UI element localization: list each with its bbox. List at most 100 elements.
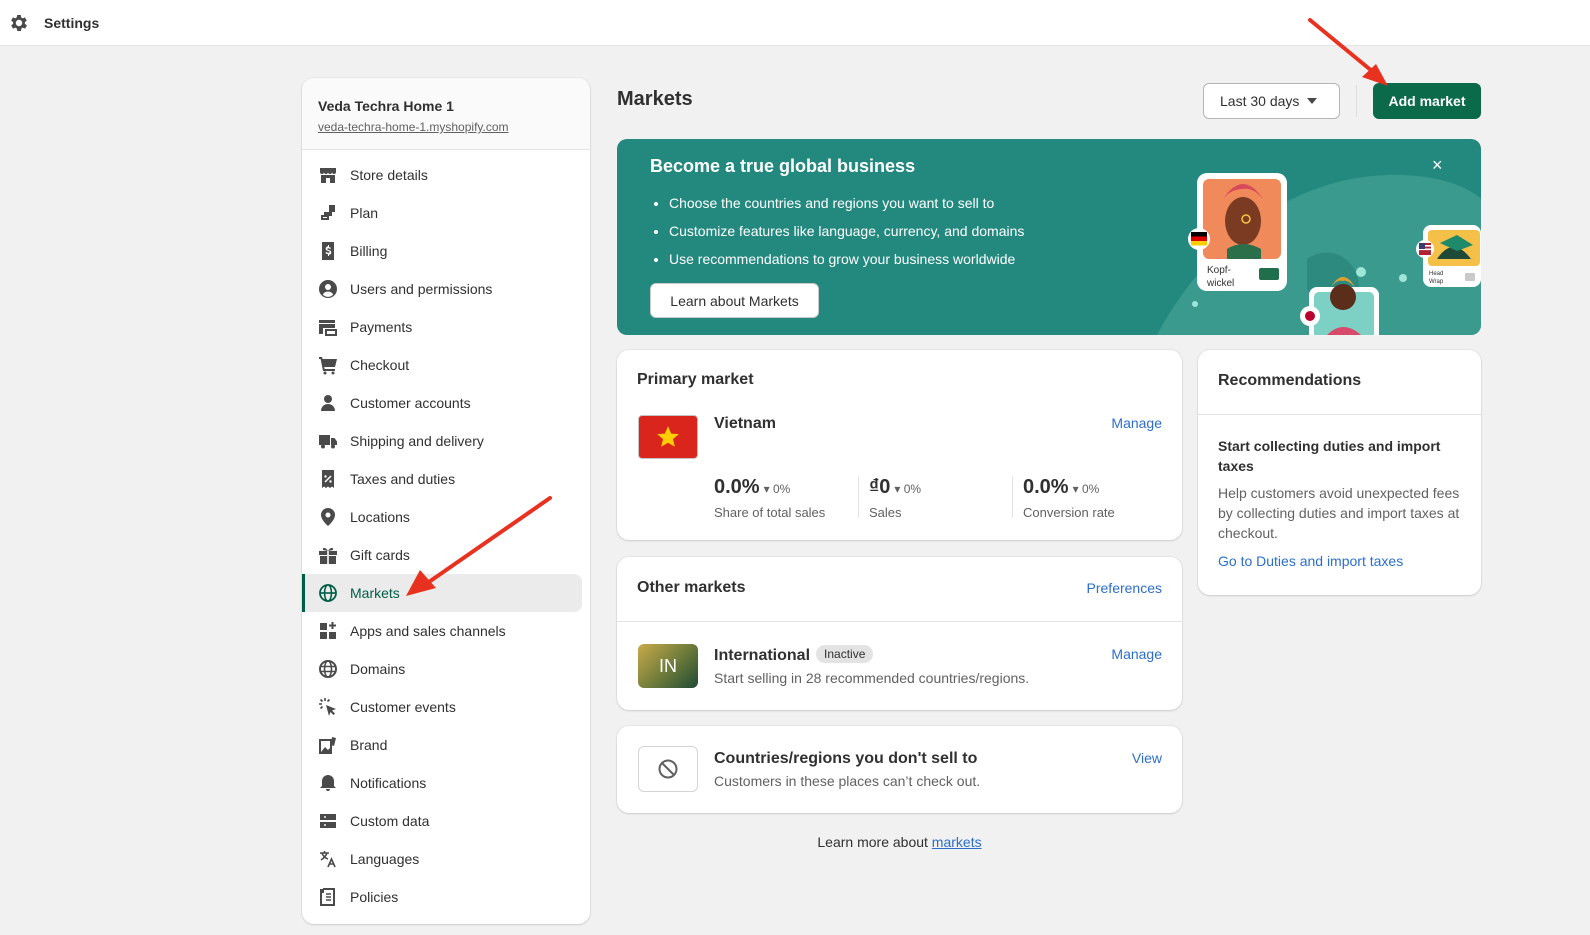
sidebar-item-store-details[interactable]: Store details (302, 156, 582, 194)
gift-icon (318, 545, 338, 565)
billing-icon (318, 241, 338, 261)
banner-bullet: Customize features like language, curren… (669, 217, 1024, 245)
manage-international-link[interactable]: Manage (1111, 646, 1162, 662)
art-label-wrap: Wrap (1429, 279, 1444, 285)
sidebar-item-apps[interactable]: Apps and sales channels (302, 612, 582, 650)
no-sell-description: Customers in these places can’t check ou… (714, 773, 981, 789)
top-bar: Settings (0, 0, 1590, 46)
stat-share: 0.0% ▾ 0% Share of total sales (714, 476, 825, 520)
receipt-icon (318, 469, 338, 489)
date-range-select[interactable]: Last 30 days (1203, 83, 1340, 119)
status-badge: Inactive (816, 645, 874, 663)
art-label-head: Head (1429, 271, 1443, 277)
prohibited-icon (638, 746, 698, 792)
learn-about-markets-button[interactable]: Learn about Markets (650, 283, 819, 318)
recommendation-body: Help customers avoid unexpected fees by … (1218, 485, 1460, 541)
sidebar-item-payments[interactable]: Payments (302, 308, 582, 346)
plan-icon (318, 203, 338, 223)
duties-taxes-link[interactable]: Go to Duties and import taxes (1218, 553, 1403, 569)
market-name: International (714, 647, 811, 664)
sidebar-item-checkout[interactable]: Checkout (302, 346, 582, 384)
store-icon (318, 165, 338, 185)
sidebar-item-label: Apps and sales channels (350, 623, 506, 639)
sidebar-item-label: Languages (350, 851, 420, 867)
preferences-link[interactable]: Preferences (1087, 580, 1162, 596)
sidebar-item-label: Gift cards (350, 547, 410, 563)
recommendations-card: Recommendations Start collecting duties … (1198, 350, 1481, 595)
store-url-link[interactable]: veda-techra-home-1.myshopify.com (318, 120, 574, 134)
globe-icon (318, 583, 338, 603)
stat-label: Share of total sales (714, 505, 826, 520)
sidebar-item-notifications[interactable]: Notifications (302, 764, 582, 802)
stat-delta-value: 0% (903, 482, 922, 496)
sidebar-item-label: Locations (350, 509, 410, 525)
sidebar-item-label: Customer accounts (350, 395, 471, 411)
gear-icon (11, 14, 27, 31)
recommendations-heading: Recommendations (1218, 372, 1362, 389)
sidebar-item-label: Store details (350, 167, 428, 183)
stat-delta: ▾ 0% (763, 482, 791, 496)
banner-bullets: Choose the countries and regions you wan… (669, 189, 1024, 273)
no-sell-card: Countries/regions you don't sell to Cust… (617, 726, 1182, 813)
translate-icon (318, 849, 338, 869)
stat-label: Sales (869, 505, 902, 520)
stat-delta-value: 0% (772, 482, 791, 496)
sidebar-item-users[interactable]: Users and permissions (302, 270, 582, 308)
learn-more-footer: Learn more about markets (617, 834, 1182, 850)
sidebar-item-locations[interactable]: Locations (302, 498, 582, 536)
sidebar-item-brand[interactable]: Brand (302, 726, 582, 764)
stat-value: ₫0 (869, 476, 891, 498)
sidebar-item-shipping[interactable]: Shipping and delivery (302, 422, 582, 460)
sidebar-item-taxes[interactable]: Taxes and duties (302, 460, 582, 498)
payments-icon (318, 317, 338, 337)
card-divider (617, 621, 1182, 622)
sidebar-item-plan[interactable]: Plan (302, 194, 582, 232)
sidebar-item-billing[interactable]: Billing (302, 232, 582, 270)
sidebar-item-policies[interactable]: Policies (302, 878, 582, 916)
vietnam-flag-icon (638, 415, 698, 459)
apps-icon (318, 621, 338, 641)
sidebar-item-custom-data[interactable]: Custom data (302, 802, 582, 840)
cart-icon (318, 355, 338, 375)
card-divider (1198, 414, 1481, 415)
database-icon (318, 811, 338, 831)
stat-delta: ▾ 0% (1072, 482, 1100, 496)
sidebar-item-label: Domains (350, 661, 406, 677)
settings-sidebar: Veda Techra Home 1 veda-techra-home-1.my… (302, 78, 590, 924)
bell-icon (318, 773, 338, 793)
international-row: International Inactive (714, 645, 874, 665)
stat-value: 0.0% (1023, 476, 1069, 498)
sidebar-item-domains[interactable]: Domains (302, 650, 582, 688)
sidebar-item-label: Notifications (350, 775, 427, 791)
sidebar-item-customer-events[interactable]: Customer events (302, 688, 582, 726)
truck-icon (318, 431, 338, 451)
stat-conversion: 0.0% ▾ 0% Conversion rate (1023, 476, 1115, 520)
stat-value: 0.0% (714, 476, 760, 498)
document-icon (318, 887, 338, 907)
primary-market-heading: Primary market (637, 371, 754, 388)
sidebar-item-label: Plan (350, 205, 379, 221)
view-link[interactable]: View (1132, 750, 1162, 766)
art-label-kopf: Kopf- (1207, 265, 1231, 276)
add-market-button[interactable]: Add market (1373, 83, 1481, 119)
other-markets-heading: Other markets (637, 579, 746, 596)
location-pin-icon (318, 507, 338, 527)
international-badge: IN (638, 644, 698, 688)
stat-divider (1012, 476, 1013, 518)
store-name: Veda Techra Home 1 (318, 98, 454, 114)
sidebar-item-gift-cards[interactable]: Gift cards (302, 536, 582, 574)
manage-primary-link[interactable]: Manage (1111, 415, 1162, 431)
sidebar-item-label: Custom data (350, 813, 430, 829)
sidebar-item-markets[interactable]: Markets (302, 574, 582, 612)
close-icon[interactable]: × (1432, 155, 1443, 176)
primary-market-card: Primary market Vietnam Manage 0.0% ▾ 0% S… (617, 350, 1182, 540)
store-header: Veda Techra Home 1 veda-techra-home-1.my… (302, 78, 590, 150)
settings-nav: Store details Plan Billing Users and per… (302, 150, 590, 916)
no-sell-title: Countries/regions you don't sell to (714, 750, 978, 767)
global-business-banner: Kopf- wickel Head Wrap Become a true glo… (617, 139, 1481, 335)
sidebar-item-customer-accounts[interactable]: Customer accounts (302, 384, 582, 422)
sidebar-item-label: Users and permissions (350, 281, 493, 297)
page-title: Markets (617, 88, 693, 110)
sidebar-item-languages[interactable]: Languages (302, 840, 582, 878)
markets-help-link[interactable]: markets (932, 834, 982, 850)
